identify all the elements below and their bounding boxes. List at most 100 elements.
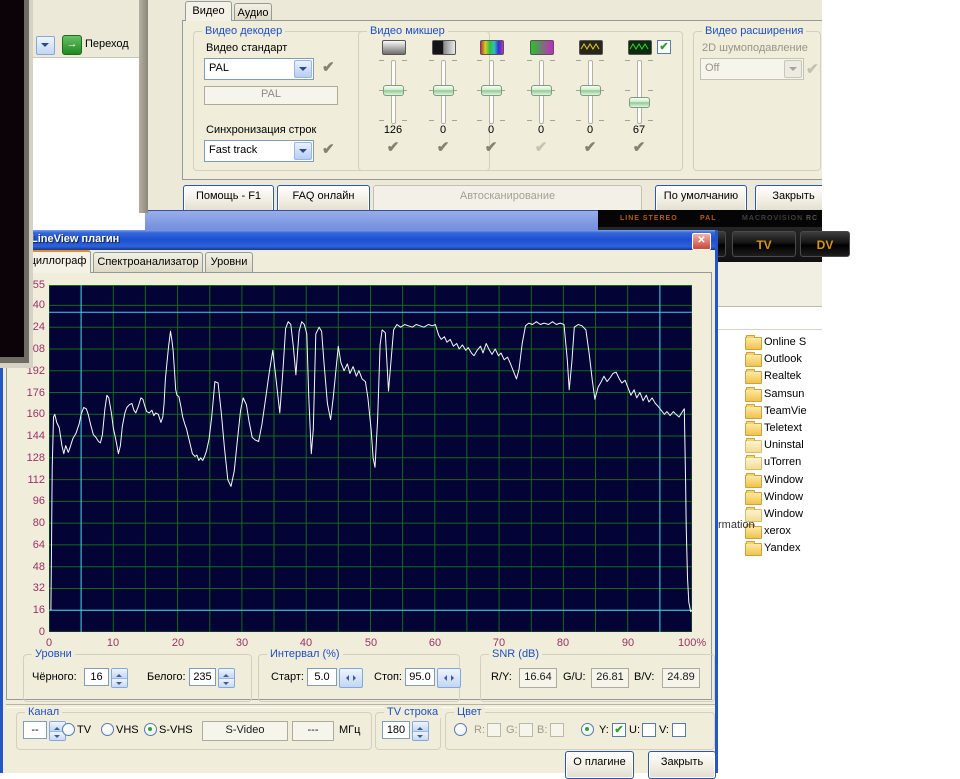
go-button[interactable]: → [62,35,82,55]
apply-check-icon[interactable]: ✔ [421,138,465,156]
radio-s-vhs[interactable] [144,723,157,736]
apply-check-icon[interactable]: ✔ [617,138,661,156]
group-title: TV строка [384,706,441,718]
noise-label: 2D шумоподавление [702,42,808,54]
start-spinner[interactable] [339,668,363,688]
about-plugin-button[interactable]: О плагине [565,751,634,779]
go-label: Переход [85,38,129,50]
x-axis-label: 30 [228,637,256,649]
stop-label: Стоп: [374,671,402,683]
folder-item[interactable]: Yandex [745,541,825,557]
apply-check-icon[interactable]: ✔ [371,138,415,156]
slider-thumb[interactable] [383,85,404,96]
standard-display: PAL [204,86,338,105]
folder-icon [745,457,762,470]
help-button[interactable]: Помощь - F1 [183,185,274,213]
video-standard-select[interactable]: PAL [204,58,314,80]
black-level-spinner[interactable] [111,668,128,688]
radio-vhs[interactable] [101,723,114,736]
color-channel-checkbox[interactable] [550,723,564,737]
black-level-input[interactable]: 16 [84,668,109,686]
folder-item[interactable]: Window [745,507,825,523]
folder-item[interactable]: Window [745,473,825,489]
folder-item[interactable]: Online S [745,335,825,351]
slider-thumb[interactable] [580,85,601,96]
skin-status-label: LINE STEREO [620,215,678,222]
folder-item[interactable]: Samsun [745,387,825,403]
group-title: Цвет [454,706,485,718]
channel-number-input[interactable]: -- [23,721,47,739]
color-channel-checkbox[interactable] [519,723,533,737]
slider-thumb[interactable] [433,85,454,96]
x-axis-label: 10 [99,637,127,649]
group-title: Канал [25,706,62,718]
close-plugin-button[interactable]: Закрыть [648,751,716,779]
slider-thumb[interactable] [531,85,552,96]
folder-item[interactable]: uTorren [745,455,825,471]
frequency-display: --- [292,721,334,741]
folder-item[interactable]: xerox [745,524,825,540]
folder-item[interactable]: Outlook [745,352,825,368]
mixer-value: 67 [617,124,661,136]
color-channel-checkbox[interactable] [672,723,686,737]
slider-track[interactable] [637,60,642,124]
skin-button-tv[interactable]: TV [732,231,796,257]
bv-value: 24.89 [662,668,700,688]
white-level-spinner[interactable] [218,668,235,688]
chevron-down-icon [294,60,312,78]
white-level-input[interactable]: 235 [189,668,216,686]
radio-tv[interactable] [62,723,75,736]
color-channel-checkbox[interactable] [642,723,656,737]
apply-check-icon[interactable]: ✔ [568,138,612,156]
tab-spectrum-analyzer[interactable]: Спектроанализатор [93,252,203,272]
stop-input[interactable]: 95.0 [405,668,435,686]
apply-check-icon[interactable]: ✔ [469,138,513,156]
y-axis-label: 144 [17,430,45,442]
address-dropdown-button[interactable] [36,36,55,55]
divider [718,329,822,330]
tv-line-group: TV строка 180 [375,712,441,750]
radio-yuv[interactable] [581,723,594,736]
close-main-button[interactable]: Закрыть [755,185,822,213]
stop-spinner[interactable] [437,668,461,688]
folder-name: Online S [764,336,806,348]
folder-icon [745,337,762,350]
mhz-label: МГц [339,724,360,736]
tv-line-input[interactable]: 180 [382,721,410,739]
divider [6,704,715,708]
folder-item[interactable]: Teletext [745,421,825,437]
divider [718,306,822,307]
arrow-right-icon: → [67,38,78,50]
folder-item[interactable]: Realtek [745,369,825,385]
tab-audio[interactable]: Аудио [234,3,272,21]
browser-address-bar: → Переход [33,33,145,58]
defaults-button[interactable]: По умолчанию [655,185,747,213]
start-input[interactable]: 5.0 [307,668,337,686]
folder-item[interactable]: Uninstal [745,438,825,454]
x-axis-label: 100% [678,637,706,649]
faq-button[interactable]: FAQ онлайн [277,185,370,213]
color-channel-checkbox[interactable]: ✔ [612,723,626,737]
slider-thumb[interactable] [629,97,650,108]
tv-line-spinner[interactable] [412,721,429,741]
skin-button-dv[interactable]: DV [800,231,850,257]
folder-icon [745,406,762,419]
slider-thumb[interactable] [481,85,502,96]
mixer-channel: 0✔ [568,32,612,162]
folder-item[interactable]: Window [745,490,825,506]
folder-icon [745,543,762,556]
line-sync-select[interactable]: Fast track [204,140,314,162]
radio-rgb[interactable] [454,723,467,736]
apply-check-icon[interactable]: ✔ [322,58,335,76]
folder-item[interactable]: TeamVie [745,404,825,420]
input-source-display: S-Video [202,721,288,741]
tab-levels[interactable]: Уровни [205,252,253,272]
apply-check-icon[interactable]: ✔ [322,140,335,158]
apply-check-icon[interactable]: ✔ [519,138,563,156]
tab-video[interactable]: Видео [185,1,232,21]
lineview-titlebar[interactable]: LineView плагин ✕ [3,230,715,250]
mixer-value: 0 [519,124,563,136]
folder-icon [745,423,762,436]
close-button[interactable]: ✕ [692,233,711,250]
color-channel-checkbox[interactable] [487,723,501,737]
